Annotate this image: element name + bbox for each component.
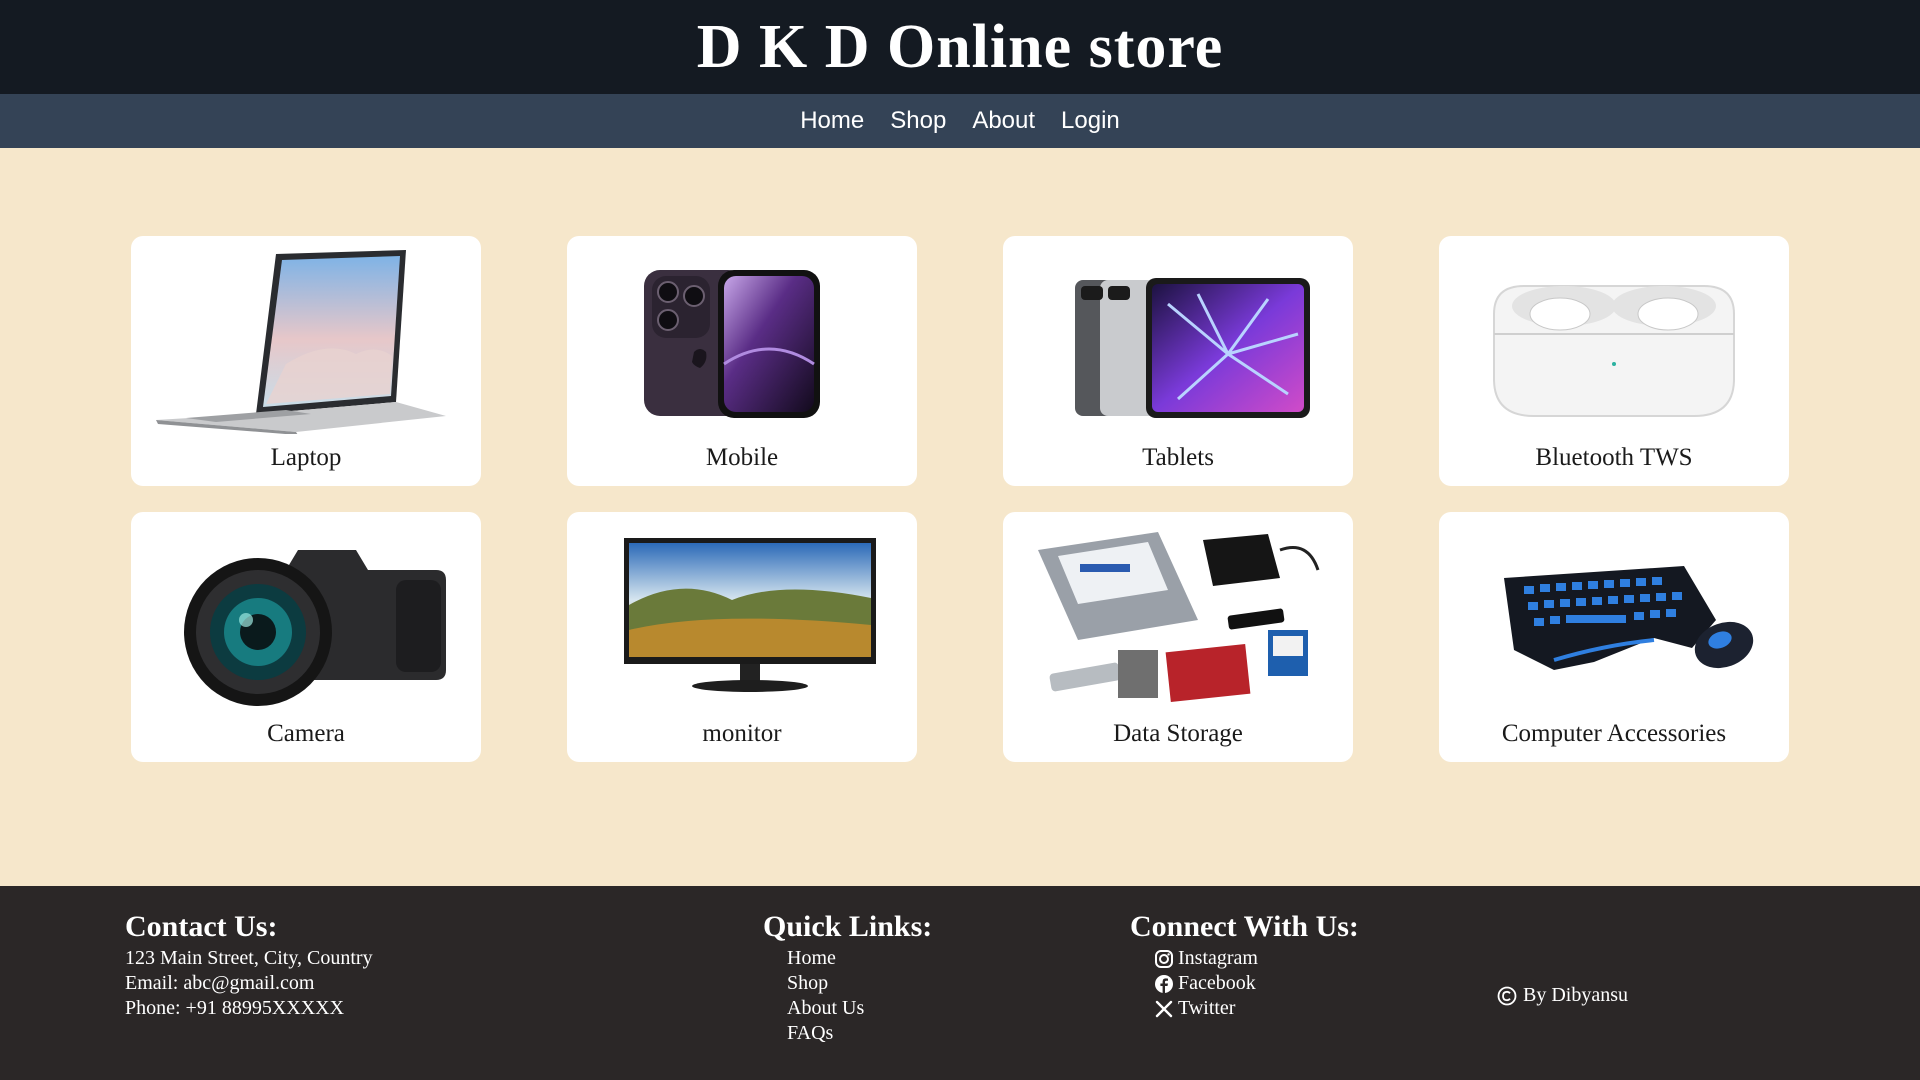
contact-heading: Contact Us: [125,910,278,943]
product-card-mobile[interactable]: Mobile [567,236,917,486]
tablet-image [1018,244,1338,434]
social-link-facebook[interactable]: Facebook [1130,971,1359,996]
product-label: Tablets [1142,444,1214,471]
product-card-data-storage[interactable]: Data Storage [1003,512,1353,762]
contact-address: 123 Main Street, City, Country [125,947,373,969]
storage-devices-image [1018,520,1338,710]
social-label: Instagram [1178,947,1258,969]
product-label: monitor [702,720,782,747]
copyright-text: By Dibyansu [1523,984,1628,1006]
product-label: Data Storage [1113,720,1243,747]
product-card-camera[interactable]: Camera [131,512,481,762]
product-grid: Laptop Mobile Tablets Bluetooth TWS Came… [131,236,1789,762]
footer-link-faqs[interactable]: FAQs [763,1021,932,1046]
copyright-icon [1497,986,1517,1005]
main-nav: Home Shop About Login [0,94,1920,148]
social-link-twitter[interactable]: Twitter [1130,996,1359,1021]
quick-links-section: Quick Links: Home Shop About Us FAQs [763,910,932,1046]
footer-link-home[interactable]: Home [763,946,932,971]
keyboard-mouse-image [1454,520,1774,710]
product-label: Bluetooth TWS [1535,444,1693,471]
connect-section: Connect With Us: Instagram Facebook Twit… [1130,910,1359,1021]
contact-phone: Phone: +91 88995XXXXX [125,997,345,1019]
product-label: Laptop [270,444,342,471]
social-label: Twitter [1178,997,1236,1019]
nav-home[interactable]: Home [800,107,864,135]
laptop-image [146,244,466,434]
copyright: By Dibyansu [1497,984,1628,1007]
footer-link-about-us[interactable]: About Us [763,996,932,1021]
monitor-image [582,520,902,710]
product-label: Computer Accessories [1501,720,1727,747]
product-card-monitor[interactable]: monitor [567,512,917,762]
x-twitter-icon [1155,1000,1173,1017]
product-label: Mobile [705,444,779,471]
contact-section: Contact Us: 123 Main Street, City, Count… [125,910,373,1021]
social-link-instagram[interactable]: Instagram [1130,946,1359,971]
connect-heading: Connect With Us: [1130,910,1359,943]
product-label: Camera [267,720,345,747]
product-card-laptop[interactable]: Laptop [131,236,481,486]
smartphone-image [582,244,902,434]
footer-link-shop[interactable]: Shop [763,971,932,996]
nav-about[interactable]: About [972,107,1035,135]
quick-links-heading: Quick Links: [763,910,933,943]
nav-login[interactable]: Login [1061,107,1120,135]
site-header: D K D Online store [0,0,1920,94]
product-card-computer-accessories[interactable]: Computer Accessories [1439,512,1789,762]
nav-shop[interactable]: Shop [890,107,946,135]
earbuds-image [1454,244,1774,434]
site-title: D K D Online store [696,12,1224,81]
site-footer: Contact Us: 123 Main Street, City, Count… [0,886,1920,1080]
social-label: Facebook [1178,972,1256,994]
instagram-icon [1155,949,1173,968]
contact-email: Email: abc@gmail.com [125,972,315,994]
product-card-tablets[interactable]: Tablets [1003,236,1353,486]
camera-image [146,520,466,710]
facebook-icon [1155,974,1173,993]
product-card-bluetooth-tws[interactable]: Bluetooth TWS [1439,236,1789,486]
